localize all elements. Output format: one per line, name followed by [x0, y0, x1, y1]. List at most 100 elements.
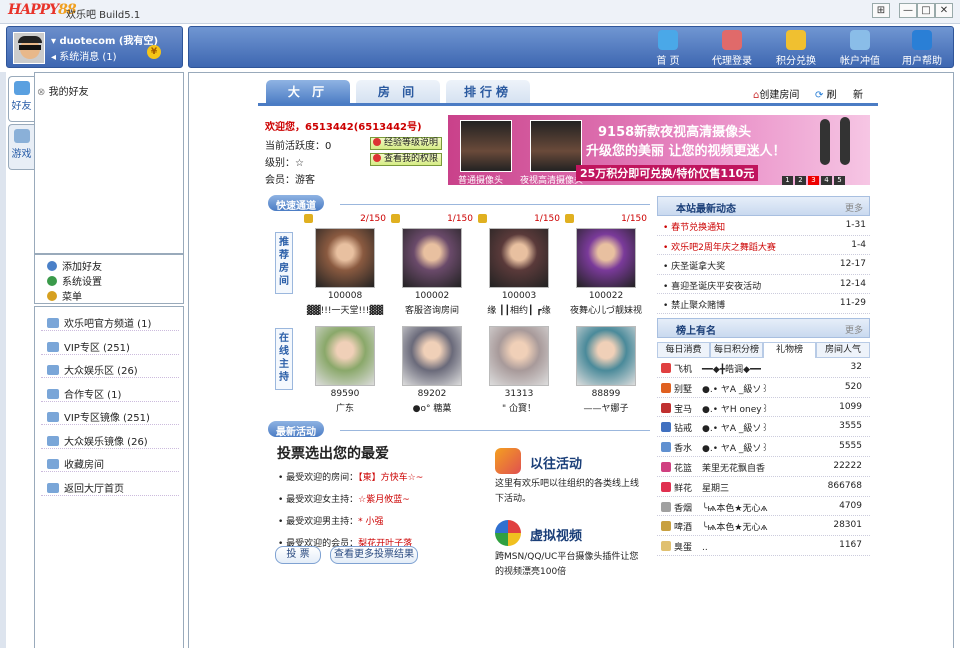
more-votes-button[interactable]: 查看更多投票结果 — [330, 546, 418, 564]
friend-group-my-friends[interactable]: ⊗ 我的好友 — [37, 83, 89, 98]
camera-ad-banner[interactable]: 普通摄像头 夜视高清摄像头 9158新款夜视高清摄像头 升级您的美丽 让您的视频… — [448, 115, 870, 185]
username[interactable]: ▾ duotecom (我有空) — [51, 32, 158, 47]
new-link[interactable]: 新 — [853, 86, 863, 101]
gift-icon — [661, 461, 671, 472]
channel-icon — [47, 435, 59, 446]
toolbar-button-4[interactable]: 用户帮助 — [893, 29, 951, 67]
news-more-link[interactable]: 更多 — [845, 201, 863, 214]
news-item[interactable]: • 春节兑换通知 1-31 — [657, 216, 870, 236]
ranking-row[interactable]: 飞机 ━━◆╋皓调◆━━ 32 — [657, 358, 870, 378]
tab-friends[interactable]: 好友 — [8, 76, 34, 122]
news-item[interactable]: • 禁止聚众赌博 11-29 — [657, 294, 870, 314]
ranking-row[interactable]: 别墅 ●.• ヤA _級ソ꒱ 520 — [657, 378, 870, 398]
vote-item-value[interactable]: ☆紫月攸蓝~ — [358, 495, 410, 505]
ranking-row[interactable]: 钻戒 ●.• ヤA _級ソ꒱ 3555 — [657, 417, 870, 438]
tab-games[interactable]: 游戏 — [8, 124, 34, 170]
toolbar-button-0[interactable]: 首 页 — [639, 29, 697, 67]
tab-lobby[interactable]: 大 厅 — [266, 80, 350, 104]
host-card[interactable]: 88899 ——ヤ娜子 — [563, 326, 649, 414]
maximize-button[interactable]: □ — [917, 3, 935, 18]
host-card[interactable]: 89590 广东 — [302, 326, 388, 414]
vote-item-value[interactable]: * 小强 — [358, 517, 383, 527]
ranking-row[interactable]: 鲜花 星期三 866768 — [657, 477, 870, 497]
menu-item-label: 菜单 — [62, 292, 82, 303]
tab-ranking[interactable]: 排行榜 — [446, 80, 530, 104]
toolbar-button-2[interactable]: 积分兑换 — [767, 29, 825, 67]
ranking-row[interactable]: 啤酒 ╰ѩ本色★无心ѧ 28301 — [657, 516, 870, 537]
ranking-row[interactable]: 香水 ●.• ヤA _級ソ꒱ 5555 — [657, 437, 870, 457]
channel-item[interactable]: 返回大厅首页 — [41, 476, 179, 496]
channel-item[interactable]: 大众娱乐区 (26) — [41, 358, 179, 378]
toolbar-button-3[interactable]: 帐户冲值 — [831, 29, 889, 67]
banner-page-5[interactable]: 5 — [834, 176, 845, 185]
ranking-more-link[interactable]: 更多 — [845, 323, 863, 336]
gift-name: 香水 — [674, 444, 693, 455]
permissions-button[interactable]: 查看我的权限 — [370, 153, 442, 166]
ranking-user: ━━◆╋皓调◆━━ — [702, 365, 761, 375]
banner-page-1[interactable]: 1 — [782, 176, 793, 185]
room-card[interactable]: 1/150 100022 夜舞心儿づ靓妹视 — [563, 214, 649, 316]
channel-item[interactable]: VIP专区镜像 (251) — [41, 405, 179, 425]
room-thumbnail[interactable] — [489, 228, 549, 288]
menu-item-0[interactable]: 添加好友 — [47, 258, 102, 273]
gift-icon — [661, 521, 671, 532]
avatar[interactable] — [13, 32, 45, 64]
host-thumbnail[interactable] — [315, 326, 375, 386]
ranking-tab-3[interactable]: 房间人气 — [816, 342, 870, 358]
room-card[interactable]: 2/150 100008 ▓▓!!!一天堂!!!▓▓ — [302, 214, 388, 316]
coin-icon[interactable]: ¥ — [147, 45, 161, 59]
room-card[interactable]: 1/150 100003 缘 ┃┃相约┃ ┏缘 — [476, 214, 562, 316]
news-date: 12-14 — [839, 278, 866, 289]
virtual-video-title[interactable]: 虚拟视频 — [530, 525, 582, 544]
ranking-tab-0[interactable]: 每日消费 — [657, 342, 710, 358]
ranking-row[interactable]: 香烟 ╰ѩ本色★无心ѧ 4709 — [657, 497, 870, 517]
channel-item[interactable]: VIP专区 (251) — [41, 335, 179, 355]
news-item[interactable]: • 庆圣诞拿大奖 12-17 — [657, 255, 870, 275]
vote-item-value[interactable]: 【東】方快车☆~ — [358, 473, 423, 483]
menu-item-1[interactable]: 系统设置 — [47, 273, 102, 288]
banner-page-2[interactable]: 2 — [795, 176, 806, 185]
channel-item[interactable]: 合作专区 (1) — [41, 382, 179, 402]
level-info-button[interactable]: 经验等级说明 — [370, 137, 442, 150]
host-thumbnail[interactable] — [576, 326, 636, 386]
host-thumbnail[interactable] — [402, 326, 462, 386]
banner-page-3[interactable]: 3 — [808, 176, 819, 185]
ranking-row[interactable]: 宝马 ●.• ヤH oney꒱ 1099 — [657, 398, 870, 418]
host-card[interactable]: 89202 ●o° 糖菓 — [389, 326, 475, 414]
channel-item[interactable]: 大众娱乐镜像 (26) — [41, 429, 179, 449]
channel-item[interactable]: 收藏房间 — [41, 452, 179, 472]
past-activity-title[interactable]: 以往活动 — [530, 453, 582, 472]
toolbar-button-1[interactable]: 代理登录 — [703, 29, 761, 67]
vote-item-label: • 最受欢迎女主持： — [278, 495, 359, 505]
title-bar: HAPPY88 欢乐吧 Build5.1 ⊞ — □ ✕ — [0, 0, 960, 24]
ranking-list: 飞机 ━━◆╋皓调◆━━ 32 别墅 ●.• ヤA _級ソ꒱ 520 宝马 ●.• ヤH on… — [657, 358, 870, 556]
ranking-user: ●.• ヤA _級ソ꒱ — [702, 424, 769, 435]
host-thumbnail[interactable] — [489, 326, 549, 386]
ranking-tab-2[interactable]: 礼物榜 — [763, 342, 816, 358]
ranking-tab-1[interactable]: 每日积分榜 — [710, 342, 763, 358]
news-item[interactable]: • 欢乐吧2周年庆之舞蹈大赛 1-4 — [657, 236, 870, 255]
channel-item[interactable]: 欢乐吧官方频道 (1) — [41, 311, 179, 331]
host-card[interactable]: 31313 " 仚寳！ — [476, 326, 562, 414]
news-item[interactable]: • 喜迎圣诞庆平安夜活动 12-14 — [657, 275, 870, 294]
menu-item-2[interactable]: 菜单 — [47, 288, 82, 303]
banner-page-4[interactable]: 4 — [821, 176, 832, 185]
tab-rooms[interactable]: 房 间 — [356, 80, 440, 104]
minimize-button[interactable]: — — [899, 3, 917, 18]
room-name: 客服咨询房间 — [404, 306, 459, 316]
create-room-link[interactable]: ⌂创建房间 — [753, 86, 799, 101]
vote-button[interactable]: 投 票 — [275, 546, 321, 564]
friends-icon — [13, 81, 30, 95]
room-thumbnail[interactable] — [315, 228, 375, 288]
ranking-row[interactable]: 花篮 茉里无花飘自香 22222 — [657, 457, 870, 477]
room-thumbnail[interactable] — [402, 228, 462, 288]
room-card[interactable]: 1/150 100002 客服咨询房间 — [389, 214, 475, 316]
system-messages[interactable]: ◂ 系统消息 (1) — [51, 48, 117, 63]
close-button[interactable]: ✕ — [935, 3, 953, 18]
help-window-icon[interactable]: ⊞ — [872, 3, 890, 18]
room-thumbnail[interactable] — [576, 228, 636, 288]
vote-item-label: • 最受欢迎男主持： — [278, 517, 359, 527]
ranking-row[interactable]: 臭蛋.. 1167 — [657, 536, 870, 556]
ranking-value: 4709 — [839, 500, 862, 511]
refresh-link[interactable]: ⟳ 刷 — [815, 86, 837, 101]
